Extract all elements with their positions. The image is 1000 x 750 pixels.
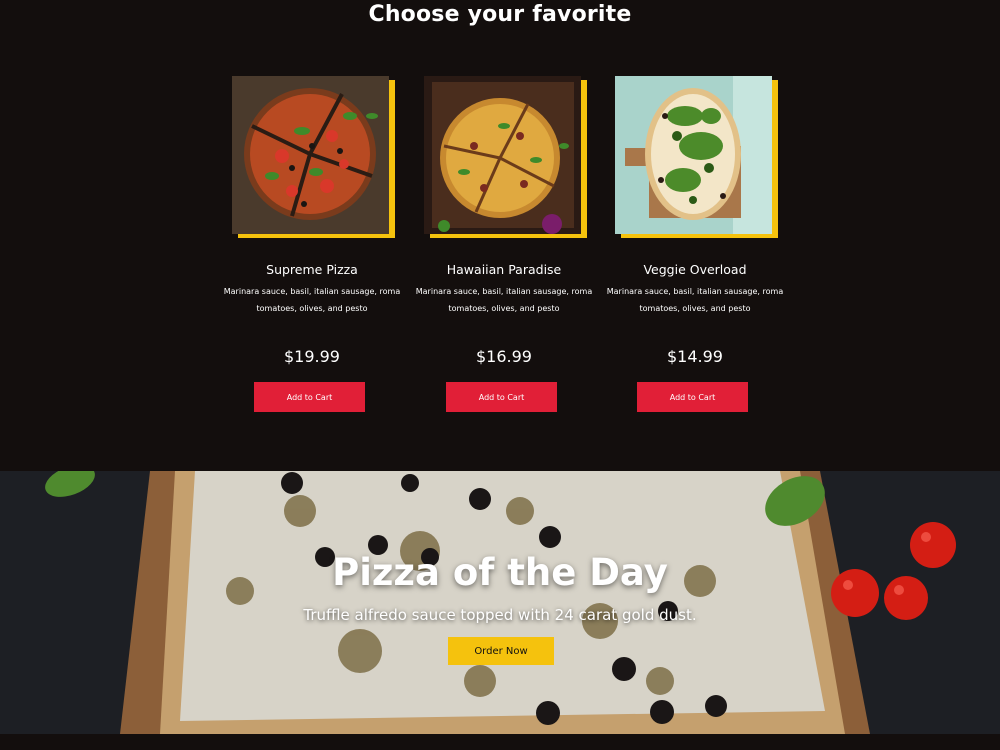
product-name: Veggie Overload: [643, 262, 747, 277]
hero-subtitle: Truffle alfredo sauce topped with 24 car…: [303, 606, 697, 624]
product-price: $16.99: [476, 347, 532, 366]
add-to-cart-button[interactable]: Add to Cart: [254, 382, 365, 412]
product-card-veggie: Veggie Overload Marinara sauce, basil, i…: [607, 76, 783, 412]
order-now-button[interactable]: Order Now: [448, 637, 554, 665]
pizza-of-the-day-hero: Pizza of the Day Truffle alfredo sauce t…: [0, 471, 1000, 734]
hero-title: Pizza of the Day: [332, 551, 668, 594]
product-price: $19.99: [284, 347, 340, 366]
product-description: Marinara sauce, basil, italian sausage, …: [606, 287, 784, 313]
product-card-supreme: Supreme Pizza Marinara sauce, basil, ita…: [224, 76, 400, 412]
product-image-hawaiian[interactable]: [424, 76, 581, 234]
product-image-supreme[interactable]: [232, 76, 389, 234]
product-description: Marinara sauce, basil, italian sausage, …: [415, 287, 593, 313]
hero-background-image: [0, 471, 1000, 734]
product-image-frame: [424, 76, 587, 238]
product-name: Hawaiian Paradise: [446, 262, 562, 277]
menu-section: Choose your favorite Supreme Pizza Marin…: [0, 0, 1000, 471]
product-image-frame: [232, 76, 395, 238]
footer-strip: [0, 734, 1000, 750]
product-card-hawaiian: Hawaiian Paradise Marinara sauce, basil,…: [416, 76, 592, 412]
product-price: $14.99: [667, 347, 723, 366]
product-name: Supreme Pizza: [266, 262, 358, 277]
product-description: Marinara sauce, basil, italian sausage, …: [223, 287, 401, 313]
product-image-frame: [615, 76, 778, 238]
product-image-veggie[interactable]: [615, 76, 772, 234]
add-to-cart-button[interactable]: Add to Cart: [637, 382, 748, 412]
add-to-cart-button[interactable]: Add to Cart: [446, 382, 557, 412]
section-title: Choose your favorite: [368, 2, 632, 27]
